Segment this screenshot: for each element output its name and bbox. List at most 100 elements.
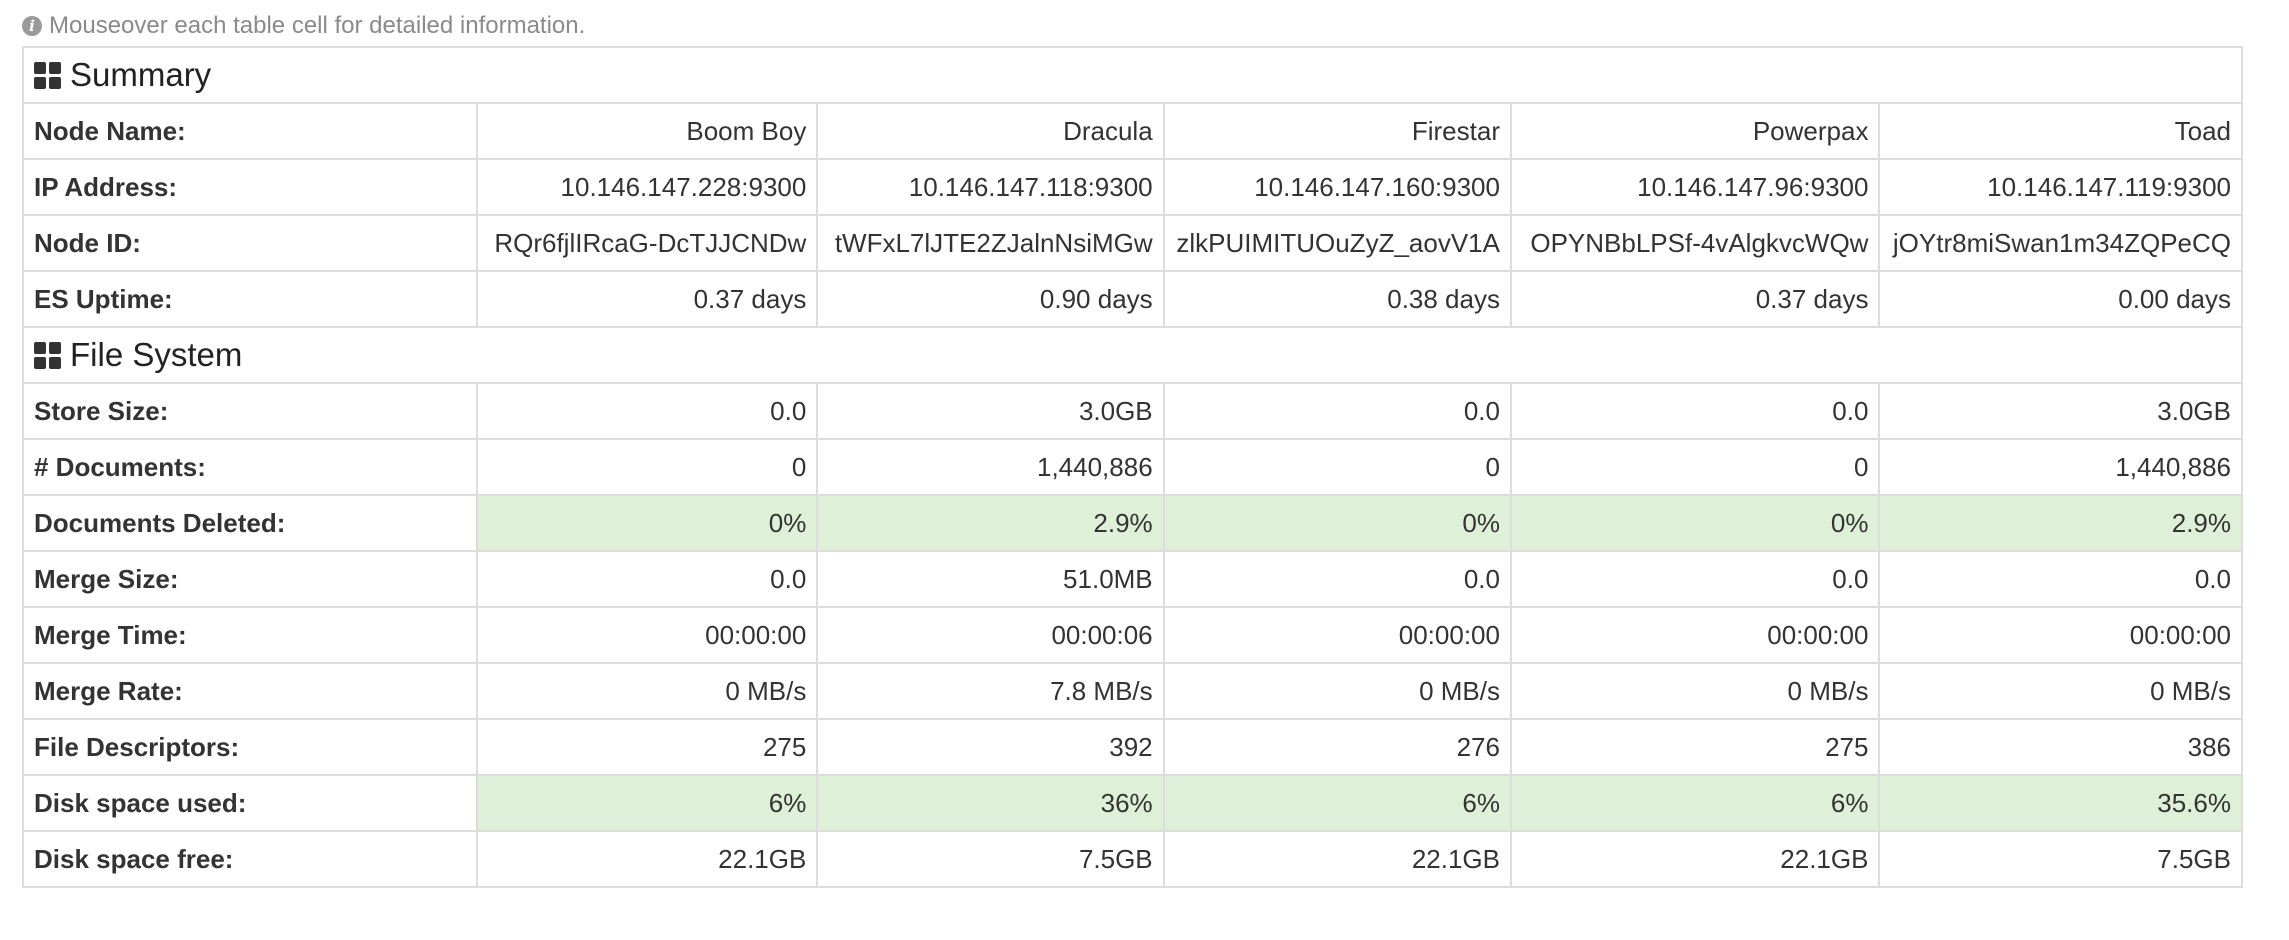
stat-cell[interactable]: 0 MB/s (1878, 662, 2243, 720)
stat-cell[interactable]: 392 (816, 718, 1165, 776)
stat-cell[interactable]: 00:00:00 (1878, 606, 2243, 664)
stat-cell[interactable]: tWFxL7lJTE2ZJalnNsiMGw (816, 214, 1165, 272)
stat-cell[interactable]: Powerpax (1509, 102, 1881, 160)
stat-cell[interactable]: 6% (1162, 774, 1512, 832)
stat-cell[interactable]: 0.90 days (816, 270, 1165, 328)
row-label: File Descriptors: (21, 718, 479, 776)
table-row: ES Uptime: 0.37 days 0.90 days 0.38 days 0.3… (21, 270, 2243, 328)
table-row: Store Size: 0.0 3.0GB 0.0 0.0 3.0GB (21, 382, 2243, 440)
stat-cell[interactable]: 22.1GB (1162, 830, 1512, 888)
stat-cell[interactable]: 0 MB/s (1509, 662, 1881, 720)
stat-cell[interactable]: 51.0MB (816, 550, 1165, 608)
row-label: Store Size: (21, 382, 479, 440)
th-large-icon (34, 61, 61, 89)
table-row: Node ID: RQr6fjlIRcaG-DcTJJCNDw tWFxL7lJTE… (21, 214, 2243, 272)
stat-cell[interactable]: jOYtr8miSwan1m34ZQPeCQ (1878, 214, 2243, 272)
stat-cell[interactable]: 0 (476, 438, 819, 496)
table-row: # Documents: 0 1,440,886 0 0 1,440,886 (21, 438, 2243, 496)
node-stats-page: i Mouseover each table cell for detailed… (0, 0, 2289, 940)
table-row: Node Name: Boom Boy Dracula Firestar Powerpa… (21, 102, 2243, 160)
section-header-summary: Summary (22, 46, 2243, 104)
table-row: File Descriptors: 275 392 276 275 386 (21, 718, 2243, 776)
stat-cell[interactable]: 10.146.147.96:9300 (1509, 158, 1881, 216)
stat-cell[interactable]: 1,440,886 (816, 438, 1165, 496)
stat-cell[interactable]: 0.0 (476, 550, 819, 608)
stat-cell[interactable]: OPYNBbLPSf-4vAlgkvcWQw (1509, 214, 1881, 272)
row-label: ES Uptime: (21, 270, 479, 328)
stat-cell[interactable]: 275 (476, 718, 819, 776)
stat-cell[interactable]: 0.0 (1162, 550, 1512, 608)
stat-cell[interactable]: 0.00 days (1878, 270, 2243, 328)
stat-cell[interactable]: RQr6fjlIRcaG-DcTJJCNDw (476, 214, 819, 272)
table-row: Disk space used: 6% 36% 6% 6% 35.6% (21, 774, 2243, 832)
stat-cell[interactable]: 10.146.147.119:9300 (1878, 158, 2243, 216)
table-row: Merge Size: 0.0 51.0MB 0.0 0.0 0.0 (21, 550, 2243, 608)
node-stats-table: Summary Node Name: Boom Boy Dracula Firestar… (21, 46, 2243, 888)
table-row: Documents Deleted: 0% 2.9% 0% 0% 2.9% (21, 494, 2243, 552)
stat-cell[interactable]: 7.8 MB/s (816, 662, 1165, 720)
stat-cell[interactable]: 3.0GB (816, 382, 1165, 440)
stat-cell[interactable]: 275 (1509, 718, 1881, 776)
hint-text: Mouseover each table cell for detailed i… (49, 12, 586, 39)
stat-cell[interactable]: 35.6% (1878, 774, 2243, 832)
stat-cell[interactable]: 1,440,886 (1878, 438, 2243, 496)
stat-cell[interactable]: 36% (816, 774, 1165, 832)
stat-cell[interactable]: 6% (1509, 774, 1881, 832)
section-title-cell: Summary (22, 46, 2243, 104)
stat-cell[interactable]: Boom Boy (476, 102, 819, 160)
info-icon: i (22, 16, 42, 36)
stat-cell[interactable]: Toad (1878, 102, 2243, 160)
table-row: Merge Time: 00:00:00 00:00:06 00:00:00 00:00… (21, 606, 2243, 664)
stat-cell[interactable]: 0.38 days (1162, 270, 1512, 328)
stat-cell[interactable]: 0.0 (1878, 550, 2243, 608)
stat-cell[interactable]: 0.0 (1509, 550, 1881, 608)
stat-cell[interactable]: Firestar (1162, 102, 1512, 160)
stat-cell[interactable]: 3.0GB (1878, 382, 2243, 440)
stat-cell[interactable]: 10.146.147.228:9300 (476, 158, 819, 216)
stat-cell[interactable]: 7.5GB (1878, 830, 2243, 888)
table-row: IP Address: 10.146.147.228:9300 10.146.147… (21, 158, 2243, 216)
section-title: Summary (70, 56, 212, 93)
stat-cell[interactable]: 00:00:00 (1509, 606, 1881, 664)
stat-cell[interactable]: 0% (476, 494, 819, 552)
section-title: File System (70, 336, 243, 373)
stat-cell[interactable]: 0.37 days (1509, 270, 1881, 328)
stat-cell[interactable]: 0.0 (1162, 382, 1512, 440)
table-row: Disk space free: 22.1GB 7.5GB 22.1GB 22.1GB 7… (21, 830, 2243, 888)
stat-cell[interactable]: 0 (1509, 438, 1881, 496)
stat-cell[interactable]: 00:00:00 (1162, 606, 1512, 664)
mouseover-hint: i Mouseover each table cell for detailed… (22, 10, 585, 42)
row-label: # Documents: (21, 438, 479, 496)
row-label: Merge Time: (21, 606, 479, 664)
stat-cell[interactable]: 0.0 (1509, 382, 1881, 440)
stat-cell[interactable]: 2.9% (816, 494, 1165, 552)
stat-cell[interactable]: 386 (1878, 718, 2243, 776)
stat-cell[interactable]: 10.146.147.160:9300 (1162, 158, 1512, 216)
stat-cell[interactable]: 2.9% (1878, 494, 2243, 552)
row-label: Node Name: (21, 102, 479, 160)
stat-cell[interactable]: 0% (1509, 494, 1881, 552)
stat-cell[interactable]: 7.5GB (816, 830, 1165, 888)
row-label: IP Address: (21, 158, 479, 216)
stat-cell[interactable]: zlkPUIMITUOuZyZ_aovV1A (1162, 214, 1512, 272)
row-label: Node ID: (21, 214, 479, 272)
stat-cell[interactable]: 00:00:06 (816, 606, 1165, 664)
th-large-icon (34, 341, 61, 369)
stat-cell[interactable]: 0.0 (476, 382, 819, 440)
stat-cell[interactable]: 00:00:00 (476, 606, 819, 664)
stat-cell[interactable]: 0% (1162, 494, 1512, 552)
stat-cell[interactable]: Dracula (816, 102, 1165, 160)
stat-cell[interactable]: 0 MB/s (476, 662, 819, 720)
row-label: Disk space used: (21, 774, 479, 832)
row-label: Merge Rate: (21, 662, 479, 720)
section-header-file-system: File System (22, 326, 2243, 384)
stat-cell[interactable]: 10.146.147.118:9300 (816, 158, 1165, 216)
stat-cell[interactable]: 6% (476, 774, 819, 832)
stat-cell[interactable]: 22.1GB (476, 830, 819, 888)
stat-cell[interactable]: 0 MB/s (1162, 662, 1512, 720)
row-label: Merge Size: (21, 550, 479, 608)
stat-cell[interactable]: 276 (1162, 718, 1512, 776)
stat-cell[interactable]: 0.37 days (476, 270, 819, 328)
stat-cell[interactable]: 0 (1162, 438, 1512, 496)
stat-cell[interactable]: 22.1GB (1509, 830, 1881, 888)
